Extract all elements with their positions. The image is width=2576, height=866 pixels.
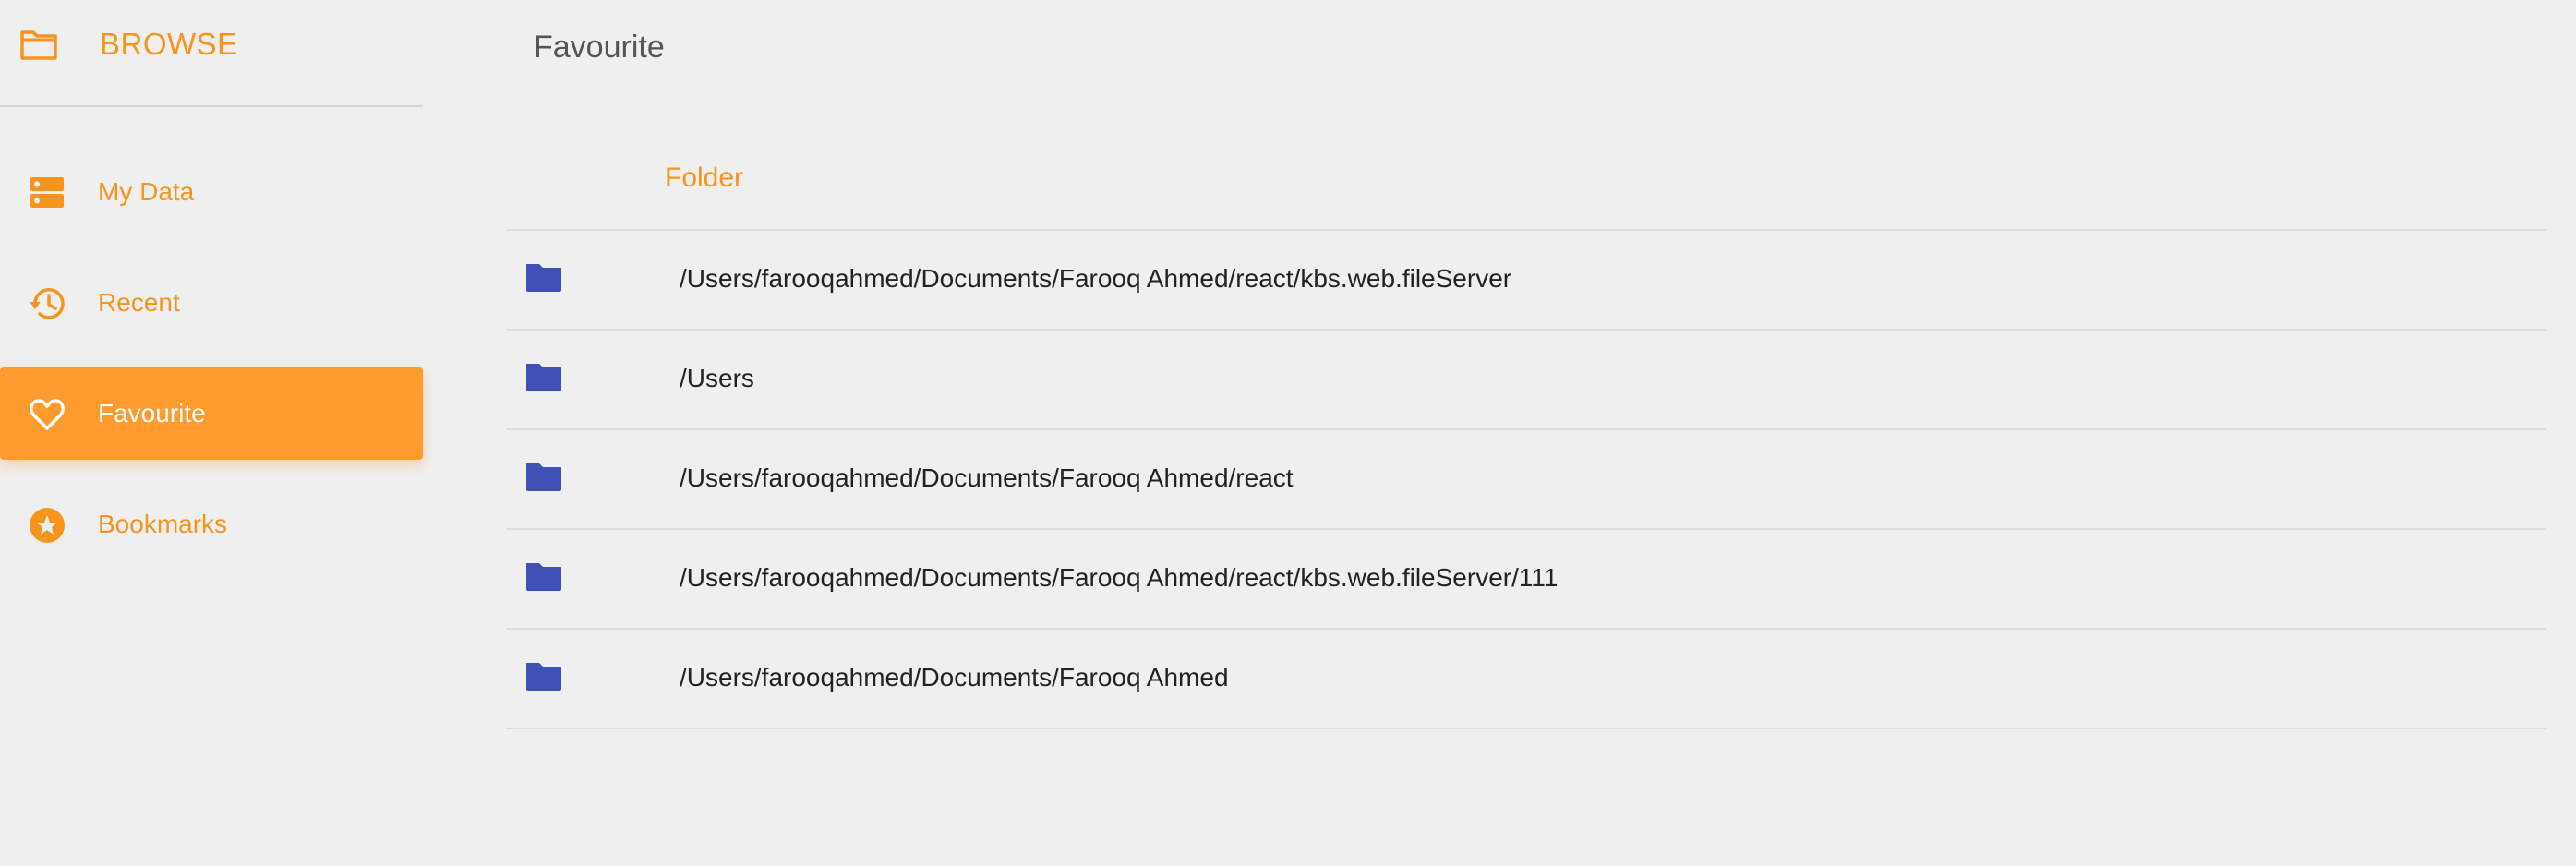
history-icon <box>28 284 66 323</box>
folder-icon <box>524 659 563 692</box>
folder-icon <box>524 460 563 493</box>
folder-path: /Users/farooqahmed/Documents/Farooq Ahme… <box>680 563 1559 592</box>
sidebar-item-label: Bookmarks <box>98 510 228 538</box>
folder-path: /Users <box>680 364 754 392</box>
table-row[interactable]: /Users/farooqahmed/Documents/Farooq Ahme… <box>506 630 2546 729</box>
folder-path: /Users/farooqahmed/Documents/Farooq Ahme… <box>680 463 1294 492</box>
star-circle-icon <box>28 506 66 545</box>
heart-icon <box>28 395 66 434</box>
storage-icon <box>28 174 66 212</box>
brand-title: BROWSE <box>100 27 238 61</box>
folder-icon <box>524 559 563 593</box>
sidebar-item-label: Favourite <box>98 399 206 427</box>
table-row[interactable]: /Users <box>506 331 2546 430</box>
app-window: BROWSE My Data Recent Favourite Bookmark… <box>0 0 2576 866</box>
favourites-table: Folder /Users/farooqahmed/Documents/Faro… <box>506 138 2546 729</box>
sidebar-item-label: My Data <box>98 177 195 206</box>
folder-path: /Users/farooqahmed/Documents/Farooq Ahme… <box>680 264 1512 293</box>
sidebar-item-bookmarks[interactable]: Bookmarks <box>0 478 423 571</box>
folder-icon <box>524 360 563 393</box>
table-row[interactable]: /Users/farooqahmed/Documents/Farooq Ahme… <box>506 430 2546 530</box>
sidebar: BROWSE My Data Recent Favourite Bookmark… <box>0 0 423 866</box>
sidebar-item-my-data[interactable]: My Data <box>0 146 423 238</box>
folder-outline-icon <box>19 28 58 61</box>
main-content: Favourite Folder /Users/farooqahmed/Docu… <box>506 0 2546 866</box>
folder-icon <box>524 260 563 294</box>
sidebar-item-label: Recent <box>98 288 180 317</box>
sidebar-item-recent[interactable]: Recent <box>0 257 423 349</box>
column-header-folder[interactable]: Folder <box>665 161 743 196</box>
table-row[interactable]: /Users/farooqahmed/Documents/Farooq Ahme… <box>506 530 2546 630</box>
table-row[interactable]: /Users/farooqahmed/Documents/Farooq Ahme… <box>506 231 2546 331</box>
folder-path: /Users/farooqahmed/Documents/Farooq Ahme… <box>680 663 1229 692</box>
sidebar-brand: BROWSE <box>0 0 423 107</box>
table-header: Folder <box>506 138 2546 231</box>
sidebar-item-favourite[interactable]: Favourite <box>0 367 423 460</box>
page-title: Favourite <box>534 30 665 65</box>
